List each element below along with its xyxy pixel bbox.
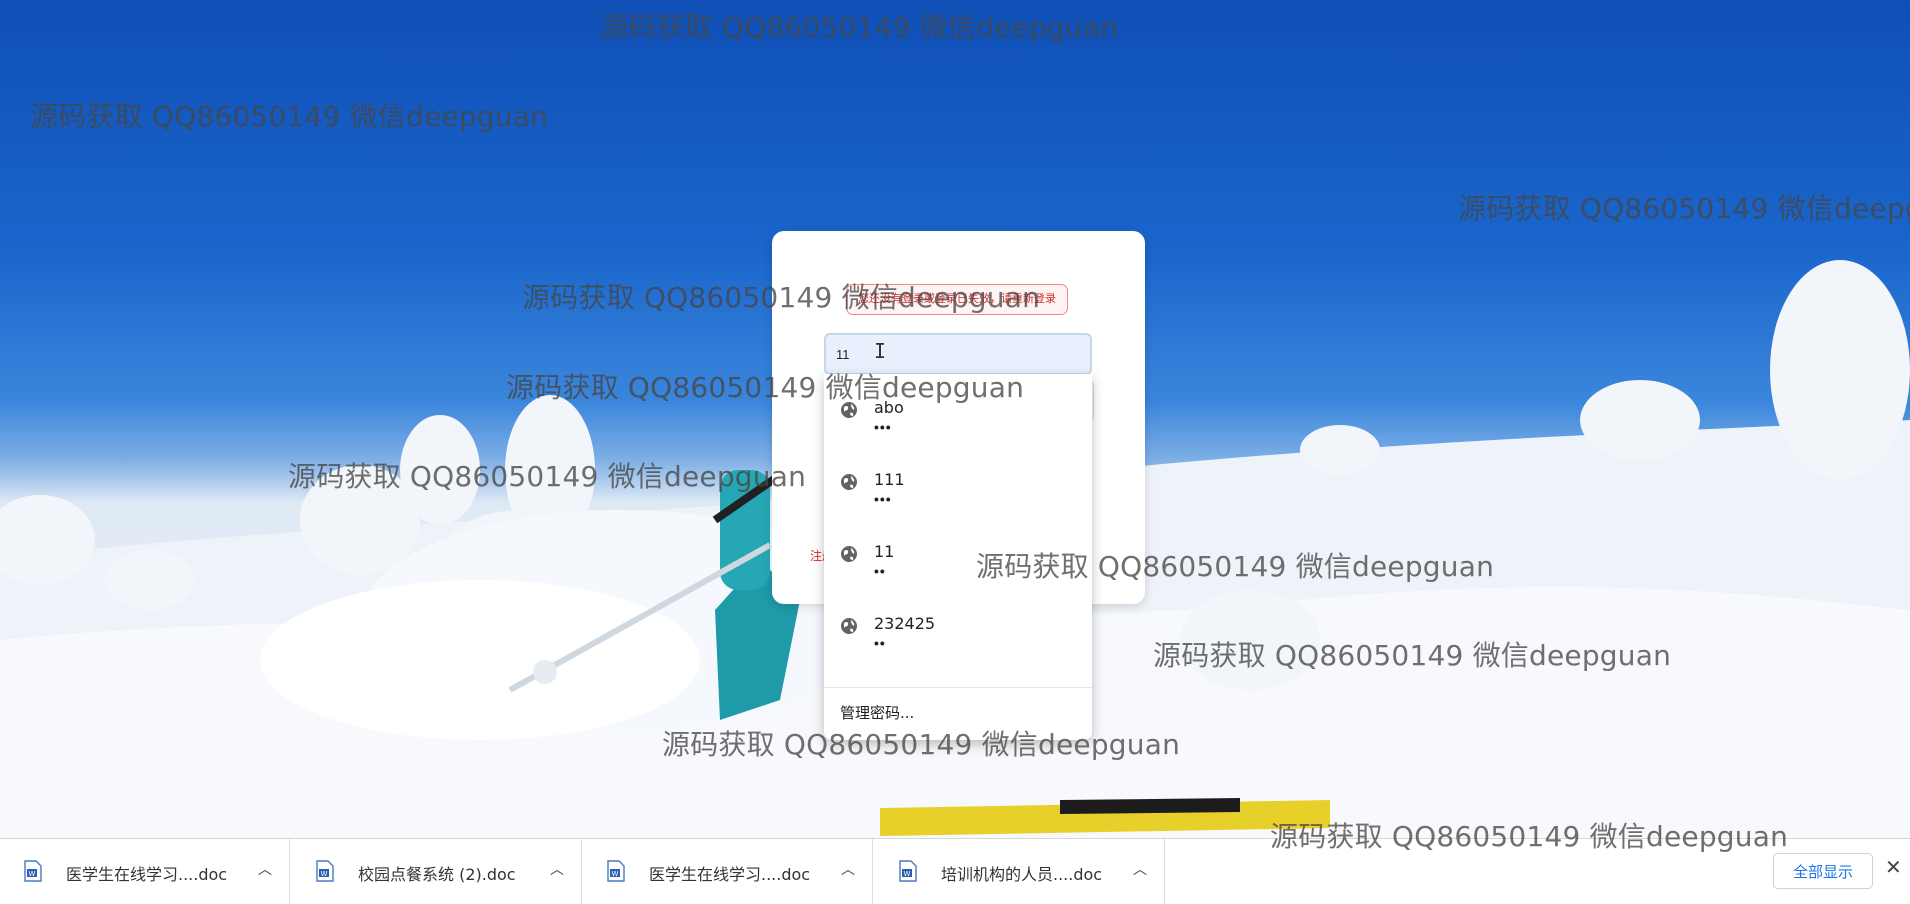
autofill-username: 11 <box>874 542 895 561</box>
autofill-entry[interactable]: 232425 •• <box>824 590 1092 662</box>
globe-icon <box>841 402 857 418</box>
close-icon[interactable]: ✕ <box>1885 855 1902 880</box>
download-filename: 校园点餐系统 (2).doc <box>358 865 516 884</box>
svg-text:W: W <box>612 870 619 878</box>
text-cursor-icon: I <box>874 339 887 363</box>
download-bar: W 医学生在线学习....doc ︿ W 校园点餐系统 (2).doc ︿ W … <box>0 838 1910 904</box>
chevron-up-icon[interactable]: ︿ <box>1131 859 1149 881</box>
chevron-up-icon[interactable]: ︿ <box>256 859 274 881</box>
word-doc-icon: W <box>24 860 42 882</box>
word-doc-icon: W <box>607 860 625 882</box>
svg-text:W: W <box>321 870 328 878</box>
autofill-entry[interactable]: 11 •• <box>824 518 1092 590</box>
chevron-up-icon[interactable]: ︿ <box>548 859 566 881</box>
svg-text:W: W <box>29 870 36 878</box>
download-item[interactable]: W 培训机构的人员....doc ︿ <box>875 839 1165 904</box>
autofill-entry[interactable]: abo ••• <box>824 374 1092 446</box>
login-notice: 您还没有登录或登录已失效，请重新登录 <box>846 284 1068 315</box>
download-item[interactable]: W 医学生在线学习....doc ︿ <box>583 839 873 904</box>
word-doc-icon: W <box>899 860 917 882</box>
autofill-entry[interactable]: 111 ••• <box>824 446 1092 518</box>
autofill-username: 232425 <box>874 614 936 633</box>
download-item[interactable]: W 医学生在线学习....doc ︿ <box>0 839 290 904</box>
word-doc-icon: W <box>316 860 334 882</box>
autofill-password-mask: •• <box>874 563 886 579</box>
autofill-password-mask: •• <box>874 635 886 651</box>
download-filename: 培训机构的人员....doc <box>941 865 1103 884</box>
autofill-password-mask: ••• <box>874 491 892 507</box>
manage-passwords-link[interactable]: 管理密码... <box>840 702 914 723</box>
autofill-password-mask: ••• <box>874 419 892 435</box>
autofill-username: abo <box>874 398 904 417</box>
chevron-up-icon[interactable]: ︿ <box>839 859 857 881</box>
download-filename: 医学生在线学习....doc <box>66 865 228 884</box>
dropdown-divider <box>824 687 1092 688</box>
show-all-downloads-button[interactable]: 全部显示 <box>1773 853 1873 889</box>
download-filename: 医学生在线学习....doc <box>649 865 811 884</box>
globe-icon <box>841 618 857 634</box>
globe-icon <box>841 474 857 490</box>
username-input[interactable] <box>824 333 1092 375</box>
autofill-dropdown: abo ••• 111 ••• 11 •• 232425 •• 管理密码... <box>824 374 1092 740</box>
globe-icon <box>841 546 857 562</box>
svg-text:W: W <box>904 870 911 878</box>
autofill-username: 111 <box>874 470 905 489</box>
download-item[interactable]: W 校园点餐系统 (2).doc ︿ <box>292 839 582 904</box>
